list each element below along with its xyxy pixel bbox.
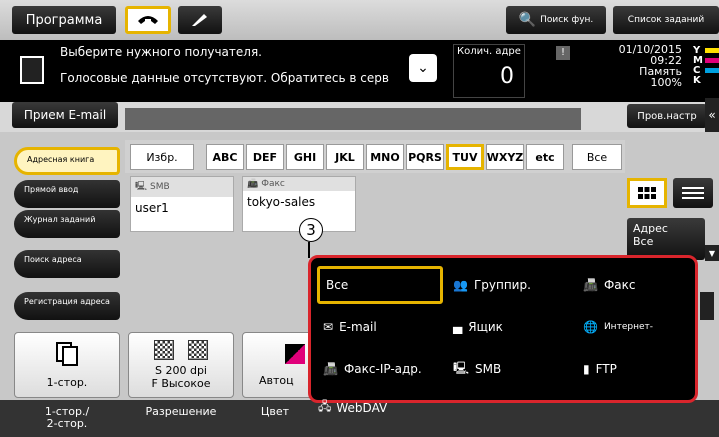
tab-jkl[interactable]: JKL — [326, 144, 364, 170]
internet-fax-icon: 🌐 — [583, 320, 598, 334]
function-search-button[interactable]: 🔍 Поиск фун. — [506, 6, 606, 34]
check-settings-button[interactable]: Пров.настр — [627, 104, 707, 128]
option-internet-fax[interactable]: 🌐 Интернет- — [577, 308, 703, 346]
option-webdav[interactable]: 🖧 WebDAV — [318, 397, 387, 418]
tab-wxyz[interactable]: WXYZ — [486, 144, 524, 170]
callout-number: 3 — [299, 218, 323, 242]
address-tile-fax[interactable]: 📠 Факс tokyo-sales — [242, 176, 356, 232]
sidebar-item-address-search[interactable]: Поиск адреса — [14, 250, 120, 278]
status-info: 01/10/2015 09:22 Память 100% — [618, 43, 682, 89]
callout-pointer — [308, 242, 310, 258]
message-line1: Выберите нужного получателя. — [60, 45, 262, 59]
address-count-label: Колич. адре — [457, 46, 521, 57]
tab-def[interactable]: DEF — [246, 144, 284, 170]
tab-favorites[interactable]: Избр. — [130, 144, 194, 170]
phone-icon[interactable] — [125, 6, 171, 34]
address-count-value: 0 — [500, 64, 514, 89]
tab-etc[interactable]: etc — [526, 144, 564, 170]
option-ftp[interactable]: ▮ FTP — [577, 350, 703, 388]
color-label: Цвет — [260, 405, 290, 418]
list-view-button[interactable] — [673, 178, 713, 208]
tab-tuv[interactable]: TUV — [446, 144, 484, 170]
tab-mno[interactable]: MNO — [366, 144, 404, 170]
option-group[interactable]: 👥 Группир. — [447, 266, 573, 304]
grid-view-button[interactable] — [627, 178, 667, 208]
fax-icon: 📠 — [247, 179, 259, 189]
option-fax[interactable]: 📠 Факс — [577, 266, 703, 304]
pattern-icon — [154, 340, 174, 360]
tab-pqrs[interactable]: PQRS — [406, 144, 444, 170]
chevron-down-icon[interactable]: ⌄ — [409, 54, 437, 82]
ftp-icon: ▮ — [583, 362, 590, 376]
message-line2: Голосовые данные отсутствуют. Обратитесь… — [60, 71, 389, 85]
resolution-label: Разрешение — [145, 405, 217, 418]
pattern-icon — [188, 340, 208, 360]
computer-icon: 🖳 — [135, 182, 148, 192]
option-smb[interactable]: 🖳 SMB — [447, 350, 573, 388]
option-box[interactable]: ▄ Ящик — [447, 308, 573, 346]
resolution-button[interactable]: S 200 dpi F Высокое — [128, 332, 234, 398]
sidebar-item-address-registration[interactable]: Регистрация адреса — [14, 292, 120, 320]
computer-icon: 🖳 — [453, 360, 470, 375]
duplex-label: 1-стор./ 2-стор. — [44, 405, 90, 430]
duplex-button[interactable]: 1-стор. — [14, 332, 120, 398]
receive-email-tab[interactable]: Прием E-mail — [12, 102, 118, 128]
double-chevron-left-icon[interactable]: « — [705, 98, 719, 132]
toner-bar-y — [705, 48, 719, 53]
sidebar-item-direct-input[interactable]: Прямой ввод — [14, 180, 120, 208]
option-all[interactable]: Все — [317, 266, 443, 304]
program-button[interactable]: Программа — [12, 6, 116, 34]
search-icon: 🔍 — [518, 12, 537, 28]
color-icon — [285, 343, 305, 364]
tab-ghi[interactable]: GHI — [286, 144, 324, 170]
tab-all[interactable]: Все — [572, 144, 622, 170]
warning-icon: ! — [556, 46, 570, 60]
fax-icon: 📠 — [583, 278, 598, 292]
sidebar-item-address-book[interactable]: Адресная книга — [14, 147, 120, 175]
toner-bar-m — [705, 58, 719, 63]
option-ip-fax[interactable]: 📠 Факс-IP-адр. — [317, 350, 443, 388]
webdav-icon: 🖧 — [318, 399, 332, 413]
option-email[interactable]: ✉ E-mail — [317, 308, 443, 346]
ip-fax-icon: 📠 — [323, 362, 338, 376]
duplex-icon — [56, 341, 78, 366]
sidebar-item-job-log[interactable]: Журнал заданий — [14, 210, 120, 238]
tab-abc[interactable]: ABC — [206, 144, 244, 170]
job-list-button[interactable]: Список заданий — [613, 6, 719, 34]
dropdown-arrow-icon[interactable]: ▼ — [705, 245, 719, 261]
mail-icon: ✉ — [323, 320, 334, 334]
toner-bar-c — [705, 68, 719, 73]
group-icon: 👥 — [453, 278, 468, 292]
handwriting-icon[interactable] — [178, 6, 222, 34]
grid-icon — [638, 187, 656, 199]
document-icon — [20, 56, 44, 84]
address-entry-field[interactable] — [125, 108, 581, 130]
toner-indicator: Y M C K — [693, 45, 703, 86]
list-icon — [682, 187, 704, 199]
address-type-popup: Все 👥 Группир. 📠 Факс ✉ E-mail ▄ Ящик 🌐 Интер… — [308, 255, 698, 403]
address-tile-smb[interactable]: 🖳 SMB user1 — [130, 176, 234, 232]
address-type-filter[interactable]: Адрес Все — [627, 218, 705, 260]
box-icon: ▄ — [453, 320, 463, 334]
